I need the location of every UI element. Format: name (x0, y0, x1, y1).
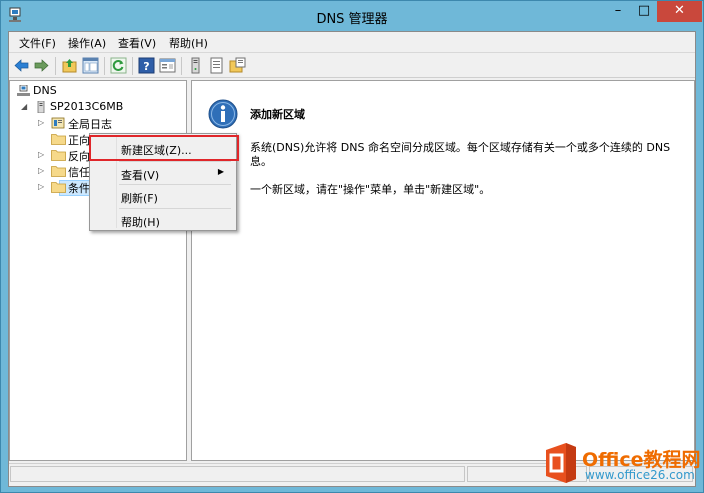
folder-icon (51, 182, 66, 193)
menu-item-refresh[interactable]: 刷新(F) (92, 185, 234, 207)
details-pane: 添加新区域 系统(DNS)允许将 DNS 命名空间分成区域。每个区域存储有关一个… (191, 80, 695, 461)
list-icon[interactable] (208, 57, 225, 74)
server-icon (37, 101, 45, 113)
toolbar-separator (55, 57, 56, 75)
forward-arrow-icon[interactable] (33, 57, 50, 74)
folder-icon (51, 166, 66, 177)
zone-icon[interactable] (229, 57, 246, 74)
maximize-button[interactable]: □ (631, 1, 657, 22)
menu-view[interactable]: 查看(V) (118, 35, 156, 51)
menu-item-label: 帮助(H) (121, 216, 160, 229)
expand-triangle-icon[interactable]: ▷ (38, 119, 46, 127)
tree-node-label: 信任 (68, 166, 90, 179)
status-cell (10, 466, 465, 482)
window-title: DNS 管理器 (316, 12, 388, 27)
toolbar: ? (9, 52, 695, 78)
toolbar-separator (104, 57, 105, 75)
collapse-triangle-icon[interactable]: ◢ (21, 103, 29, 111)
event-log-icon (51, 117, 65, 129)
detail-description-line: 息。 (250, 155, 272, 168)
detail-instruction-line: 一个新区域，请在"操作"菜单，单击"新建区域"。 (250, 183, 491, 196)
title-bar[interactable]: DNS 管理器 – □ ✕ (1, 1, 703, 31)
menu-help[interactable]: 帮助(H) (169, 35, 208, 51)
toolbar-separator (132, 57, 133, 75)
info-icon (208, 99, 238, 129)
help-icon[interactable]: ? (138, 57, 155, 74)
menu-item-help[interactable]: 帮助(H) (92, 209, 234, 231)
menu-item-label: 查看(V) (121, 169, 160, 182)
client-area: 文件(F) 操作(A) 查看(V) 帮助(H) ? DNS ◢ SP2013C6… (8, 31, 696, 487)
toolbar-separator (181, 57, 182, 75)
office-logo-icon (546, 443, 576, 483)
expand-triangle-icon[interactable]: ▷ (38, 183, 46, 191)
tree-node-global-logs[interactable]: ▷ 全局日志 (10, 115, 180, 131)
watermark: Office教程网 www.office26.com (542, 441, 701, 487)
up-folder-icon[interactable] (61, 57, 78, 74)
tree-node-dns-root[interactable]: DNS (10, 83, 180, 99)
server-icon[interactable] (187, 57, 204, 74)
properties-icon[interactable] (159, 57, 176, 74)
highlight-box (89, 135, 239, 161)
tree-node-server[interactable]: ◢ SP2013C6MB (10, 99, 180, 115)
refresh-icon[interactable] (110, 57, 127, 74)
detail-description-line: 系统(DNS)允许将 DNS 命名空间分成区域。每个区域存储有关一个或多个连续的… (250, 141, 671, 154)
dns-root-icon (17, 85, 30, 96)
tree-node-label: 反向 (68, 150, 90, 163)
expand-triangle-icon[interactable]: ▷ (38, 167, 46, 175)
menu-file[interactable]: 文件(F) (19, 35, 56, 51)
svg-text:?: ? (143, 60, 149, 73)
menu-item-label: 刷新(F) (121, 192, 158, 205)
dns-manager-window: DNS 管理器 – □ ✕ 文件(F) 操作(A) 查看(V) 帮助(H) ? … (0, 0, 704, 493)
minimize-button[interactable]: – (605, 1, 631, 22)
show-hide-tree-icon[interactable] (82, 57, 99, 74)
submenu-arrow-icon: ▶ (217, 167, 224, 176)
folder-icon (51, 150, 66, 161)
tree-node-label: SP2013C6MB (50, 100, 124, 113)
tree-node-label: DNS (33, 84, 57, 97)
expand-triangle-icon[interactable]: ▷ (38, 151, 46, 159)
back-arrow-icon[interactable] (13, 57, 30, 74)
menu-action[interactable]: 操作(A) (68, 35, 106, 51)
menu-bar: 文件(F) 操作(A) 查看(V) 帮助(H) (9, 32, 695, 52)
watermark-url: www.office26.com (585, 468, 695, 482)
folder-icon (51, 134, 66, 145)
menu-item-view[interactable]: 查看(V) ▶ (92, 162, 234, 184)
close-button[interactable]: ✕ (657, 1, 702, 22)
tree-node-label: 全局日志 (68, 118, 112, 131)
detail-title: 添加新区域 (250, 108, 305, 121)
tree-node-label: 条件 (68, 182, 90, 195)
